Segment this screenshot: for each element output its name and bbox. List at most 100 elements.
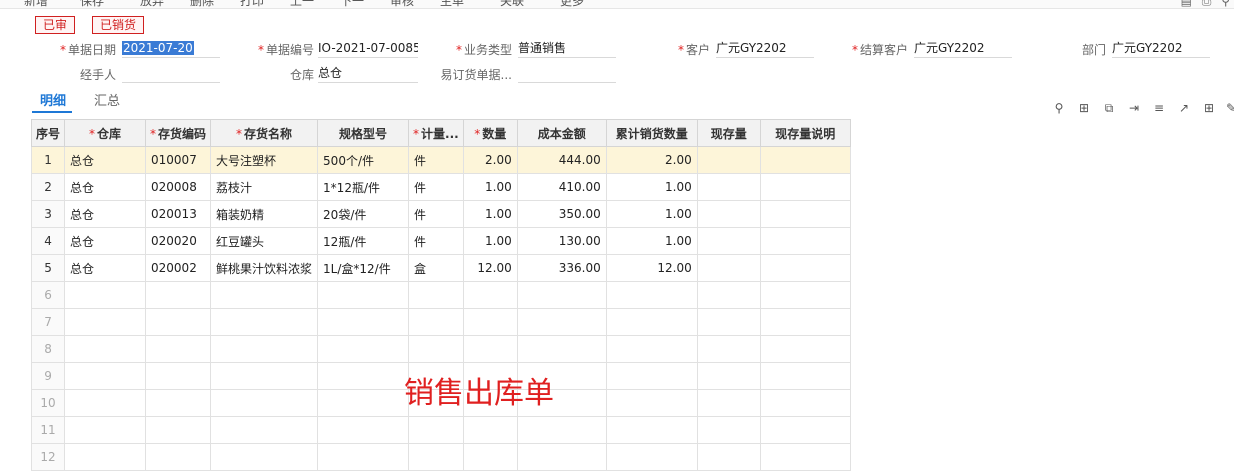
cell-spec[interactable]: 1*12瓶/件	[317, 173, 410, 201]
table-row-empty[interactable]: 11	[30, 416, 851, 444]
toolbar-item[interactable]: 关联	[500, 0, 524, 8]
table-row[interactable]: 4 总仓 020020 红豆罐头 12瓶/件 件 1.00 130.00 1.0…	[30, 227, 851, 255]
insert-row-icon[interactable]: ⊞	[1077, 101, 1091, 115]
toolbar-item[interactable]: 打印	[240, 0, 264, 8]
col-header[interactable]: * 仓库	[64, 119, 147, 147]
col-header[interactable]: * 数量	[462, 119, 518, 147]
cell-warehouse[interactable]: 总仓	[64, 227, 147, 255]
toolbar-item[interactable]: 删除	[190, 0, 214, 8]
tab-detail[interactable]: 明细	[40, 90, 66, 109]
cell-stock-note[interactable]	[759, 173, 851, 201]
table-row[interactable]: 2 总仓 020008 荔枝汁 1*12瓶/件 件 1.00 410.00 1.…	[30, 173, 851, 201]
number-field[interactable]: IO-2021-07-0085	[318, 40, 418, 58]
toolbar-item[interactable]: 下一	[340, 0, 364, 8]
cell-sold-qty[interactable]: 1.00	[605, 173, 698, 201]
toolbar-item[interactable]: 新增	[24, 0, 48, 8]
cell-name[interactable]: 鲜桃果汁饮料浓浆	[210, 254, 319, 282]
toolbar-item[interactable]: 放弃	[140, 0, 164, 8]
cell-name[interactable]: 红豆罐头	[210, 227, 319, 255]
cell-spec[interactable]: 20袋/件	[317, 200, 410, 228]
cell-code[interactable]: 010007	[145, 146, 212, 174]
cell-stock-note[interactable]	[759, 146, 851, 174]
handler-field[interactable]	[122, 65, 220, 83]
cell-unit[interactable]: 件	[408, 200, 464, 228]
cell-name[interactable]: 大号注塑杯	[210, 146, 319, 174]
col-header[interactable]: * 存货名称	[210, 119, 319, 147]
col-header[interactable]: 成本金额	[516, 119, 607, 147]
cell-qty[interactable]: 1.00	[462, 173, 518, 201]
col-header[interactable]: * 存货编码	[145, 119, 212, 147]
cell-code[interactable]: 020013	[145, 200, 212, 228]
column-settings-icon[interactable]: ⊞	[1202, 101, 1216, 115]
cell-qty[interactable]: 12.00	[462, 254, 518, 282]
cell-code[interactable]: 020002	[145, 254, 212, 282]
biz-type-select[interactable]: 普通销售	[518, 40, 616, 58]
cell-stock-note[interactable]	[759, 254, 851, 282]
tab-summary[interactable]: 汇总	[94, 90, 120, 109]
cell-sold-qty[interactable]: 1.00	[605, 227, 698, 255]
cell-code[interactable]: 020008	[145, 173, 212, 201]
toolbar-item[interactable]: 上一	[290, 0, 314, 8]
table-row-empty[interactable]: 8	[30, 335, 851, 363]
preview-icon[interactable]: ▤	[1181, 0, 1192, 8]
table-row-empty[interactable]: 12	[30, 443, 851, 471]
search-icon[interactable]: ⚲	[1221, 0, 1230, 8]
table-row-empty[interactable]: 7	[30, 308, 851, 336]
cell-warehouse[interactable]: 总仓	[64, 173, 147, 201]
cell-unit[interactable]: 件	[408, 227, 464, 255]
cell-qty[interactable]: 1.00	[462, 200, 518, 228]
cell-cost[interactable]: 336.00	[516, 254, 607, 282]
cell-cost[interactable]: 410.00	[516, 173, 607, 201]
col-header[interactable]: 累计销货数量	[605, 119, 698, 147]
copy-row-icon[interactable]: ⧉	[1102, 101, 1116, 115]
cell-sold-qty[interactable]: 1.00	[605, 200, 698, 228]
export-icon[interactable]: ↗	[1177, 101, 1191, 115]
cell-cost[interactable]: 444.00	[516, 146, 607, 174]
cell-spec[interactable]: 12瓶/件	[317, 227, 410, 255]
cell-spec[interactable]: 1L/盒*12/件	[317, 254, 410, 282]
cell-stock-note[interactable]	[759, 200, 851, 228]
toolbar-item[interactable]: 生单	[440, 0, 464, 8]
cell-code[interactable]: 020020	[145, 227, 212, 255]
cell-stock[interactable]	[696, 227, 761, 255]
cell-unit[interactable]: 件	[408, 146, 464, 174]
print-icon[interactable]: ⎙	[1202, 0, 1212, 8]
cell-stock[interactable]	[696, 173, 761, 201]
cell-stock[interactable]	[696, 146, 761, 174]
date-field[interactable]: 2021-07-20	[122, 40, 220, 58]
table-row[interactable]: 3 总仓 020013 箱装奶精 20袋/件 件 1.00 350.00 1.0…	[30, 200, 851, 228]
toolbar-item[interactable]: 更多	[560, 0, 584, 8]
customer-field[interactable]: 广元GY2202	[716, 40, 814, 58]
settle-customer-field[interactable]: 广元GY2202	[914, 40, 1012, 58]
toolbar-item[interactable]: 保存	[80, 0, 104, 8]
cell-qty[interactable]: 1.00	[462, 227, 518, 255]
warehouse-field[interactable]: 总仓	[318, 65, 418, 83]
cell-warehouse[interactable]: 总仓	[64, 254, 147, 282]
cell-sold-qty[interactable]: 2.00	[605, 146, 698, 174]
cell-stock[interactable]	[696, 254, 761, 282]
cell-cost[interactable]: 350.00	[516, 200, 607, 228]
cell-cost[interactable]: 130.00	[516, 227, 607, 255]
cell-stock-note[interactable]	[759, 227, 851, 255]
table-row[interactable]: 5 总仓 020002 鲜桃果汁饮料浓浆 1L/盒*12/件 盒 12.00 3…	[30, 254, 851, 282]
table-row[interactable]: 1 总仓 010007 大号注塑杯 500个/件 件 2.00 444.00 2…	[30, 146, 851, 174]
cell-stock[interactable]	[696, 200, 761, 228]
col-header[interactable]: 现存量说明	[759, 119, 851, 147]
cell-unit[interactable]: 件	[408, 173, 464, 201]
more-tools-icon[interactable]: ✎	[1224, 101, 1234, 115]
col-header[interactable]: 现存量	[696, 119, 761, 147]
batch-edit-icon[interactable]: ≡	[1152, 101, 1166, 115]
import-icon[interactable]: ⇥	[1127, 101, 1141, 115]
location-icon[interactable]: ⚲	[1052, 101, 1066, 115]
toolbar-item[interactable]: 审核	[390, 0, 414, 8]
table-row-empty[interactable]: 6	[30, 281, 851, 309]
cell-spec[interactable]: 500个/件	[317, 146, 410, 174]
cell-unit[interactable]: 盒	[408, 254, 464, 282]
cell-name[interactable]: 荔枝汁	[210, 173, 319, 201]
cell-warehouse[interactable]: 总仓	[64, 200, 147, 228]
col-header[interactable]: 规格型号	[317, 119, 410, 147]
dept-field[interactable]: 广元GY2202	[1112, 40, 1210, 58]
cell-sold-qty[interactable]: 12.00	[605, 254, 698, 282]
cell-qty[interactable]: 2.00	[462, 146, 518, 174]
cell-warehouse[interactable]: 总仓	[64, 146, 147, 174]
